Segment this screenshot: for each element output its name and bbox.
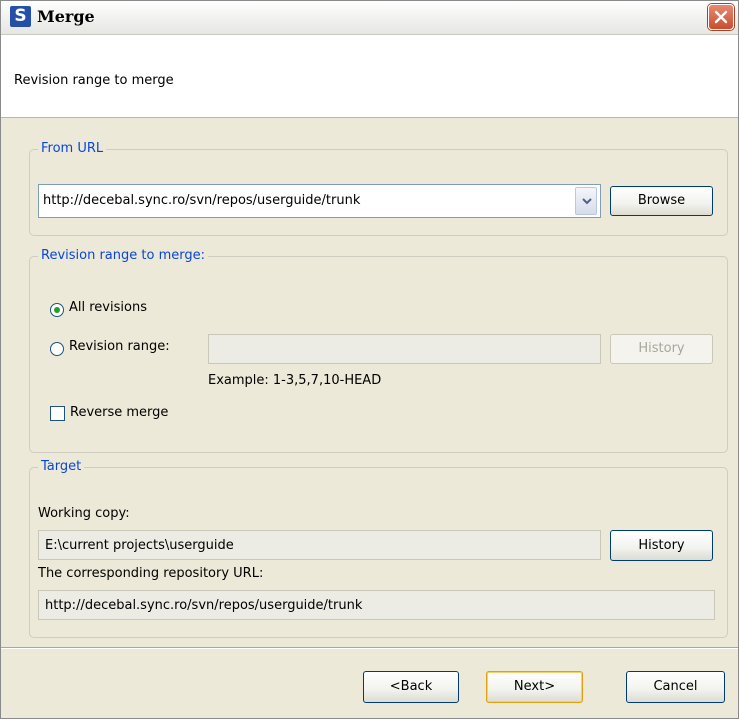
chevron-down-icon (582, 198, 592, 205)
revision-history-button[interactable]: History (610, 334, 713, 364)
working-copy-value: E:\current projects\userguide (45, 538, 234, 553)
close-button[interactable] (708, 4, 734, 30)
target-legend: Target (38, 459, 85, 474)
cancel-button[interactable]: Cancel (626, 671, 725, 703)
revision-example-text: Example: 1-3,5,7,10-HEAD (208, 373, 382, 388)
revision-range-legend: Revision range to merge: (38, 248, 208, 263)
from-url-value: http://decebal.sync.ro/svn/repos/usergui… (43, 193, 361, 208)
next-button[interactable]: Next> (486, 671, 583, 703)
back-button[interactable]: <Back (363, 671, 459, 703)
reverse-merge-checkbox[interactable] (50, 406, 65, 421)
revision-range-input[interactable] (208, 334, 601, 364)
header-panel: Revision range to merge (1, 35, 738, 118)
all-revisions-radio[interactable] (50, 303, 64, 317)
window-title: Merge (37, 7, 95, 26)
from-url-dropdown-button[interactable] (575, 187, 597, 215)
repo-url-label: The corresponding repository URL: (38, 566, 264, 581)
back-button-label: <Back (389, 679, 433, 694)
footer-separator-highlight (1, 648, 738, 649)
working-copy-field[interactable]: E:\current projects\userguide (38, 530, 601, 560)
radio-selected-dot (54, 307, 60, 313)
from-url-combo[interactable]: http://decebal.sync.ro/svn/repos/usergui… (38, 184, 601, 218)
reverse-merge-label[interactable]: Reverse merge (70, 405, 168, 420)
revision-history-label: History (638, 341, 685, 356)
title-bar[interactable]: S Merge (1, 1, 738, 35)
all-revisions-label[interactable]: All revisions (69, 300, 147, 315)
next-button-label: Next> (513, 679, 556, 694)
target-history-button[interactable]: History (610, 530, 713, 561)
repo-url-field[interactable]: http://decebal.sync.ro/svn/repos/usergui… (38, 590, 715, 620)
revision-range-label[interactable]: Revision range: (69, 339, 170, 354)
browse-button-label: Browse (637, 193, 686, 208)
merge-dialog: S Merge Revision range to merge From URL… (0, 0, 739, 719)
cancel-button-label: Cancel (653, 679, 698, 694)
header-text: Revision range to merge (14, 73, 174, 88)
browse-button[interactable]: Browse (610, 186, 713, 216)
working-copy-label: Working copy: (38, 506, 130, 521)
app-icon: S (10, 6, 31, 27)
repo-url-value: http://decebal.sync.ro/svn/repos/usergui… (45, 598, 363, 613)
close-icon (714, 10, 728, 24)
from-url-legend: From URL (38, 141, 107, 156)
target-history-label: History (638, 538, 685, 553)
revision-range-radio[interactable] (50, 342, 64, 356)
